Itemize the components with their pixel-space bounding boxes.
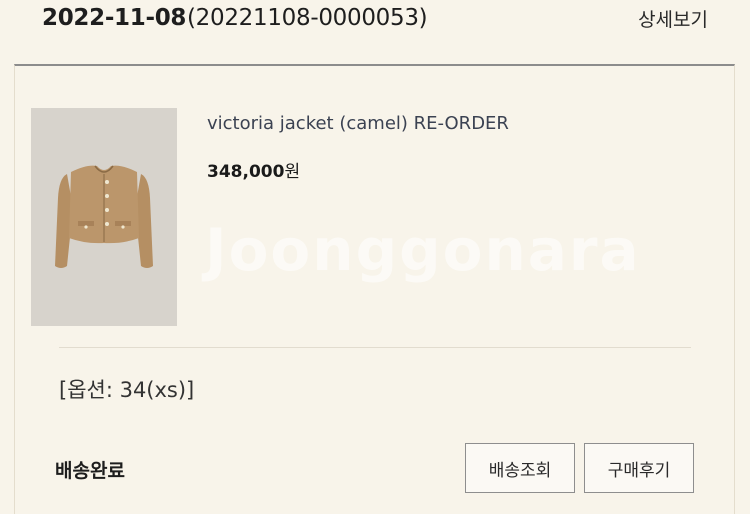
price-amount: 348,000 (207, 162, 285, 182)
order-number: (20221108-0000053) (187, 5, 428, 31)
price-unit: 원 (284, 162, 301, 182)
product-name[interactable]: victoria jacket (camel) RE-ORDER (207, 113, 509, 134)
track-delivery-button[interactable]: 배송조회 (465, 443, 575, 493)
delivery-status: 배송완료 (55, 460, 125, 482)
jacket-image-icon (31, 108, 177, 326)
order-header: 2022-11-08 (20221108-0000053) 상세보기 (0, 0, 750, 64)
watermark-logo: Joonggonara (205, 216, 641, 284)
product-price: 348,000원 (207, 157, 300, 182)
product-option: [옵션: 34(xs)] (59, 378, 195, 402)
view-details-link[interactable]: 상세보기 (638, 5, 708, 32)
write-review-button[interactable]: 구매후기 (584, 443, 694, 493)
product-image[interactable] (31, 108, 177, 326)
order-item-card: victoria jacket (camel) RE-ORDER 348,000… (14, 64, 735, 514)
divider (59, 347, 691, 348)
order-date: 2022-11-08 (42, 5, 187, 31)
